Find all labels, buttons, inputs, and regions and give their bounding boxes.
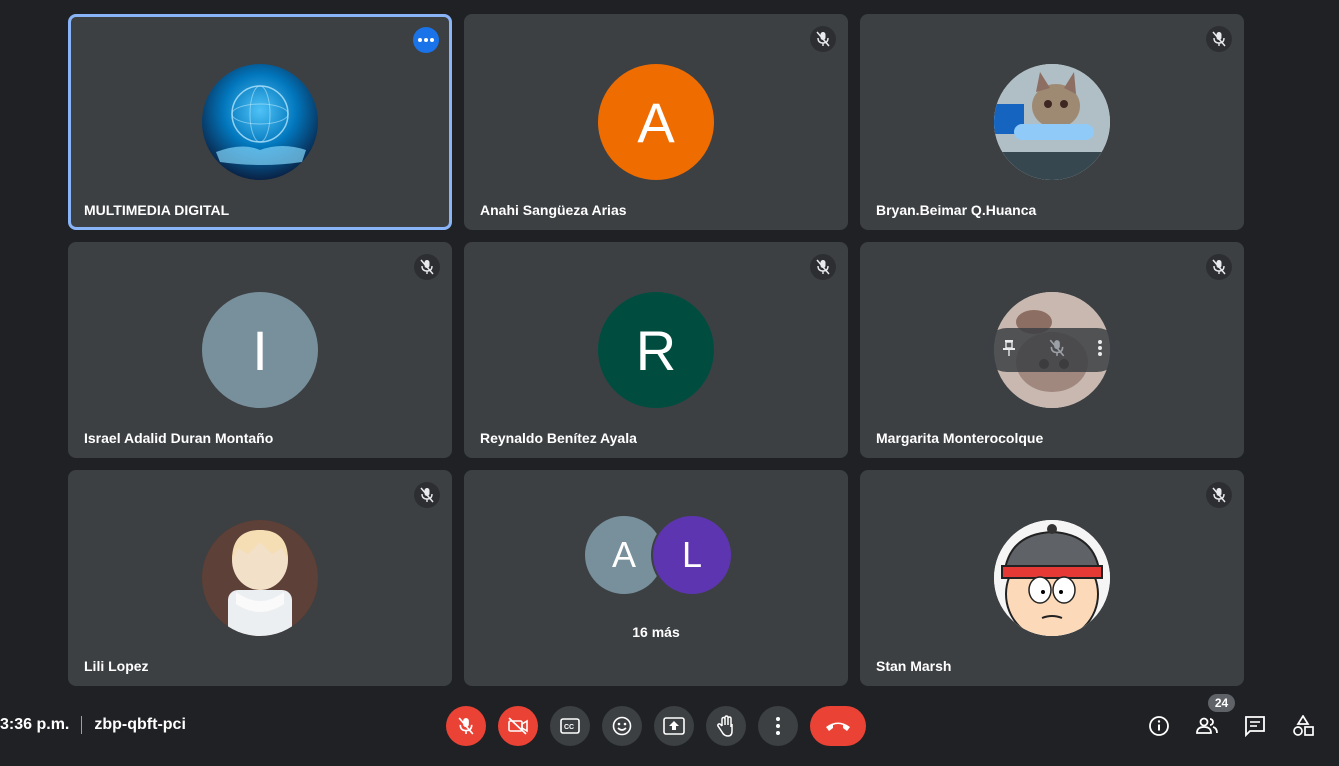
clock: 3:36 p.m. [0,716,70,733]
info-button[interactable] [1145,712,1173,740]
meeting-code: zbp-qbft-pci [94,716,186,733]
participants-count-badge: 24 [1208,694,1235,712]
avatar [994,64,1110,180]
more-options-icon[interactable] [413,27,439,53]
mic-off-icon [458,717,474,735]
divider [81,716,83,734]
pin-icon[interactable] [1002,339,1016,362]
participant-tile[interactable]: Bryan.Beimar Q.Huanca [860,14,1244,230]
avatar [202,64,318,180]
participant-tile[interactable]: R Reynaldo Benítez Ayala [464,242,848,458]
emoji-button[interactable] [602,706,642,746]
raise-hand-button[interactable] [706,706,746,746]
captions-icon: CC [560,718,580,734]
emoji-icon [612,716,632,736]
camera-off-icon [508,717,528,735]
more-participants-label: 16 más [632,624,680,640]
more-options-icon[interactable] [1098,339,1103,361]
mic-toggle-button[interactable] [446,706,486,746]
activities-button[interactable] [1289,712,1317,740]
chat-icon [1245,716,1265,737]
participant-name: Reynaldo Benítez Ayala [480,430,637,446]
present-icon [663,717,685,735]
mic-off-icon [810,26,836,52]
participant-tile[interactable]: I Israel Adalid Duran Montaño [68,242,452,458]
mute-icon[interactable] [1049,339,1065,362]
end-call-icon [826,722,850,731]
svg-text:CC: CC [564,724,574,731]
avatar: R [598,292,714,408]
mic-off-icon [414,482,440,508]
people-icon [1196,717,1218,734]
mic-off-icon [1206,254,1232,280]
participant-tile[interactable]: MULTIMEDIA DIGITAL [68,14,452,230]
more-options-icon [776,717,780,735]
tile-hover-controls [985,328,1119,372]
participant-tile[interactable]: Stan Marsh [860,470,1244,686]
participant-name: Anahi Sangüeza Arias [480,202,627,218]
more-participants-tile[interactable]: A L 16 más [464,470,848,686]
participant-tile[interactable]: Margarita Monterocolque [860,242,1244,458]
participant-name: Bryan.Beimar Q.Huanca [876,202,1037,218]
participant-name: Israel Adalid Duran Montaño [84,430,274,446]
present-button[interactable] [654,706,694,746]
mic-off-icon [1206,26,1232,52]
meeting-info: 3:36 p.m. zbp-qbft-pci [0,716,186,734]
mic-off-icon [810,254,836,280]
participant-name: Stan Marsh [876,658,952,674]
info-icon [1149,716,1169,736]
end-call-button[interactable] [810,706,866,746]
avatar: L [651,514,733,596]
participant-name: Margarita Monterocolque [876,430,1044,446]
avatar [202,520,318,636]
raise-hand-icon [717,715,733,737]
more-options-button[interactable] [758,706,798,746]
captions-button[interactable]: CC [550,706,590,746]
avatar [994,520,1110,636]
mic-off-icon [1206,482,1232,508]
avatar: I [202,292,318,408]
participant-name: MULTIMEDIA DIGITAL [84,202,230,218]
participant-tile[interactable]: A Anahi Sangüeza Arias [464,14,848,230]
participant-name: Lili Lopez [84,658,149,674]
avatar: A [598,64,714,180]
mic-off-icon [414,254,440,280]
camera-toggle-button[interactable] [498,706,538,746]
chat-button[interactable] [1241,712,1269,740]
people-button[interactable] [1193,712,1221,740]
activities-icon [1293,715,1314,736]
participant-tile[interactable]: Lili Lopez [68,470,452,686]
